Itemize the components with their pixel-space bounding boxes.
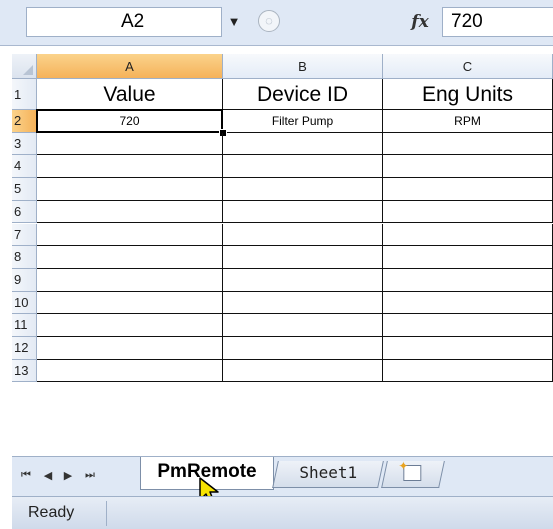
cell-a1[interactable]: Value (37, 79, 223, 110)
cell-c5[interactable] (383, 178, 553, 201)
cell-b2[interactable]: Filter Pump (223, 110, 383, 133)
cell-a8[interactable] (37, 246, 223, 269)
cell-c2[interactable]: RPM (383, 110, 553, 133)
cell-c10[interactable] (383, 291, 553, 315)
row-header-12[interactable]: 12 (12, 337, 37, 360)
insert-sheet-tab[interactable]: ✦ (381, 459, 445, 488)
status-text: Ready (28, 504, 75, 521)
cell-c8[interactable] (383, 246, 553, 269)
spreadsheet-grid: A B C 1 Value Device ID Eng Units 2 720 Filter Pu… (12, 54, 553, 456)
cell-b10[interactable] (223, 291, 383, 315)
cell-c4[interactable] (383, 155, 553, 179)
column-header-a[interactable]: A (37, 54, 223, 79)
cell-b1[interactable]: Device ID (223, 79, 383, 110)
column-header-c[interactable]: C (383, 54, 553, 79)
cell-b9[interactable] (223, 268, 383, 292)
cell-c1[interactable]: Eng Units (383, 79, 553, 110)
status-bar: Ready (12, 496, 553, 529)
row-header-2[interactable]: 2 (12, 110, 37, 133)
status-divider (106, 501, 107, 526)
cell-c7[interactable] (383, 223, 553, 247)
cell-b3[interactable] (223, 132, 383, 156)
name-box[interactable]: A2 (26, 7, 222, 37)
cell-b12[interactable] (223, 337, 383, 360)
cell-a11[interactable] (37, 314, 223, 337)
cell-a6[interactable] (37, 200, 223, 224)
row-header-8[interactable]: 8 (12, 246, 37, 269)
formula-input[interactable]: 720 (442, 7, 553, 37)
cell-b4[interactable] (223, 155, 383, 179)
cell-c6[interactable] (383, 200, 553, 224)
next-sheet-icon[interactable]: ▶ (60, 469, 76, 482)
cell-b13[interactable] (223, 359, 383, 383)
cell-b11[interactable] (223, 314, 383, 337)
row-header-10[interactable]: 10 (12, 291, 37, 315)
cell-b8[interactable] (223, 246, 383, 269)
tab-sheet1-label: Sheet1 (299, 463, 358, 482)
cell-a5[interactable] (37, 178, 223, 201)
active-cell-outline (36, 109, 223, 133)
previous-sheet-icon[interactable]: ◀ (40, 469, 56, 482)
cell-a10[interactable] (37, 291, 223, 315)
cell-b5[interactable] (223, 178, 383, 201)
cell-b6[interactable] (223, 200, 383, 224)
tab-sheet1[interactable]: Sheet1 (272, 461, 384, 488)
cell-c11[interactable] (383, 314, 553, 337)
fx-icon[interactable]: fx (400, 7, 440, 37)
row-header-4[interactable]: 4 (12, 155, 37, 179)
cell-b7[interactable] (223, 223, 383, 247)
insert-function-icon[interactable]: ◌ (258, 10, 280, 32)
column-header-b[interactable]: B (223, 54, 383, 79)
row-header-1[interactable]: 1 (12, 79, 37, 110)
row-header-11[interactable]: 11 (12, 314, 37, 337)
cell-a12[interactable] (37, 337, 223, 360)
cell-c12[interactable] (383, 337, 553, 360)
cell-a7[interactable] (37, 223, 223, 247)
row-header-3[interactable]: 3 (12, 132, 37, 156)
row-header-5[interactable]: 5 (12, 178, 37, 201)
row-header-7[interactable]: 7 (12, 223, 37, 247)
sheet-tab-bar: ⏮ ◀ ▶ ⏭ PmRemote Sheet1 ✦ (12, 456, 553, 496)
row-header-6[interactable]: 6 (12, 200, 37, 224)
cell-c13[interactable] (383, 359, 553, 383)
new-sheet-icon: ✦ (398, 459, 422, 481)
cell-a4[interactable] (37, 155, 223, 179)
name-box-dropdown-icon[interactable]: ▼ (226, 14, 242, 30)
first-sheet-icon[interactable]: ⏮ (18, 469, 34, 482)
select-all-corner[interactable] (12, 54, 37, 79)
row-header-13[interactable]: 13 (12, 359, 37, 383)
cell-a13[interactable] (37, 359, 223, 383)
cell-c3[interactable] (383, 132, 553, 156)
cell-c9[interactable] (383, 268, 553, 292)
cell-a3[interactable] (37, 132, 223, 156)
last-sheet-icon[interactable]: ⏭ (82, 469, 98, 482)
cell-a9[interactable] (37, 268, 223, 292)
row-header-9[interactable]: 9 (12, 268, 37, 292)
